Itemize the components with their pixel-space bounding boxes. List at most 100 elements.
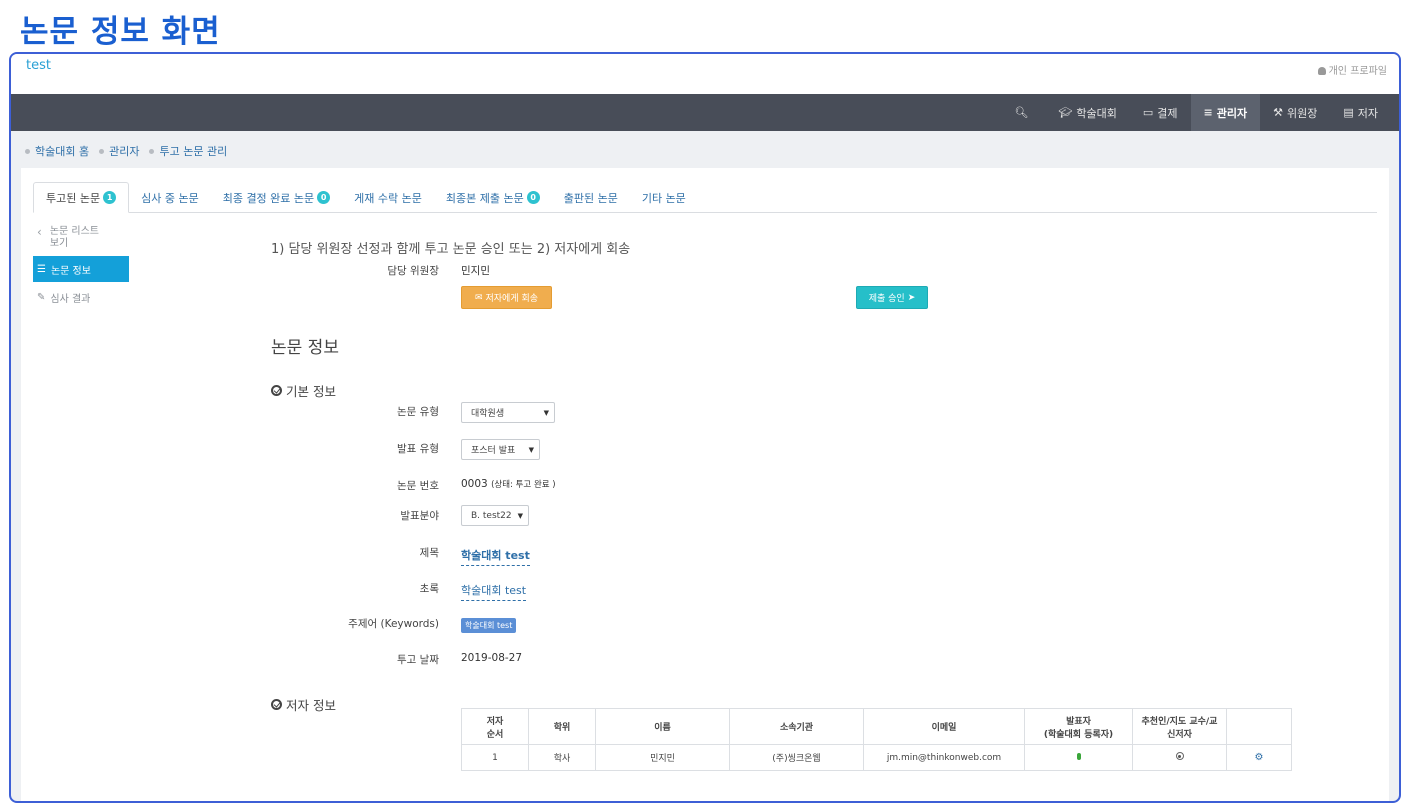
main-area: 1) 담당 위원장 선정과 함께 투고 논문 승인 또는 2) 저자에게 회송 …: [271, 238, 1371, 771]
nav-admin-label: 관리자: [1216, 106, 1248, 120]
list-icon: ☰: [37, 263, 46, 275]
side-item-review-result[interactable]: ✎ 심사 결과: [33, 284, 129, 310]
paper-number-label: 논문 번호: [397, 480, 439, 492]
side-item-paper-info[interactable]: ☰ 논문 정보: [33, 256, 129, 282]
tab-submitted[interactable]: 투고된 논문 1: [33, 182, 130, 213]
breadcrumb-manage[interactable]: 투고 논문 관리: [159, 143, 227, 159]
presentation-type-select[interactable]: 포스터 발표 ▼: [461, 439, 540, 460]
caret-down-icon: ▼: [517, 512, 523, 520]
col-name: 이름: [595, 708, 730, 745]
approve-submission-button[interactable]: 제출 승인 ➤: [856, 286, 928, 309]
paper-number-value: 0003: [461, 478, 488, 490]
breadcrumb: 학술대회 홈 관리자 투고 논문 관리: [11, 131, 1399, 167]
col-presenter: 발표자 (학술대회 등록자): [1024, 708, 1133, 745]
gear-icon[interactable]: ⚙: [1255, 752, 1264, 763]
content-panel: 투고된 논문 1 심사 중 논문 최종 결정 완료 논문 0 게재 수락 논문 최종…: [21, 168, 1389, 801]
back-to-list-link[interactable]: ‹ 논문 리스트 보기: [33, 226, 129, 256]
user-icon: [1317, 67, 1326, 75]
check-circle-icon: [271, 385, 282, 396]
main-navbar: 🔍︎ 🎓︎ 학술대회 ▭ 결제 ≡ 관리자 ⚒ 위원장 ▤ 저자: [11, 94, 1399, 131]
graduation-cap-icon: 🎓︎: [1058, 106, 1073, 119]
nav-author-label: 저자: [1357, 106, 1378, 120]
envelope-icon: ✉: [474, 292, 483, 303]
field-select[interactable]: B. test22 ▼: [461, 505, 529, 526]
tab-published[interactable]: 출판된 논문: [552, 182, 630, 213]
nav-payment[interactable]: ▭ 결제: [1130, 94, 1191, 131]
tab-label: 게재 수락 논문: [354, 191, 422, 205]
radio-selected-icon[interactable]: [1175, 752, 1184, 760]
back-label-2: 보기: [49, 238, 69, 249]
paper-section-title: 논문 정보: [271, 338, 339, 358]
breadcrumb-dot: [99, 148, 105, 154]
basic-info-title: 기본 정보: [271, 381, 336, 400]
settings-cell[interactable]: ⚙: [1226, 744, 1292, 771]
microphone-icon: [1076, 752, 1081, 760]
gavel-icon: ⚒: [1273, 106, 1283, 119]
check-circle-icon: [271, 699, 282, 710]
col-org: 소속기관: [729, 708, 864, 745]
field-label: 발표분야: [400, 510, 439, 522]
search-icon: 🔍︎: [1014, 106, 1029, 119]
breadcrumb-home[interactable]: 학술대회 홈: [35, 143, 89, 159]
col-order: 저자 순서: [461, 708, 529, 745]
tab-final[interactable]: 최종본 제출 논문 0: [434, 182, 552, 213]
keyword-tag: 학술대회 test: [461, 618, 517, 633]
tab-label: 심사 중 논문: [141, 191, 199, 205]
side-item-label: 논문 정보: [50, 265, 91, 277]
nav-author[interactable]: ▤ 저자: [1330, 94, 1391, 131]
date-value: 2019-08-27: [461, 652, 523, 664]
abstract-value[interactable]: 학술대회 test: [461, 582, 527, 601]
caret-down-icon: ▼: [543, 409, 549, 417]
tab-label: 최종본 제출 논문: [445, 191, 524, 205]
paper-tabs: 투고된 논문 1 심사 중 논문 최종 결정 완료 논문 0 게재 수락 논문 최종…: [33, 182, 1377, 213]
step-title: 1) 담당 위원장 선정과 함께 투고 논문 승인 또는 2) 저자에게 회송: [271, 242, 631, 257]
chair-label: 담당 위원장: [387, 265, 439, 277]
tab-label: 투고된 논문: [46, 191, 101, 205]
browser-frame: test 개인 프로파일 🔍︎ 🎓︎ 학술대회 ▭ 결제 ≡ 관리자 ⚒ 위원장 ▤ 저자…: [9, 52, 1401, 803]
nav-search[interactable]: 🔍︎: [1001, 94, 1045, 131]
list-icon: ≡: [1203, 106, 1213, 119]
date-label: 투고 날짜: [397, 654, 439, 666]
profile-link[interactable]: 개인 프로파일: [1317, 62, 1387, 77]
author-email: jm.min@thinkonweb.com: [863, 744, 1025, 771]
nav-conference[interactable]: 🎓︎ 학술대회: [1045, 94, 1129, 131]
count-badge: 0: [317, 191, 331, 204]
nav-chair[interactable]: ⚒ 위원장: [1260, 94, 1330, 131]
author-degree: 학사: [528, 744, 596, 771]
side-menu: ‹ 논문 리스트 보기 ☰ 논문 정보 ✎ 심사 결과: [33, 226, 129, 310]
author-order: 1: [461, 744, 529, 771]
tab-decided[interactable]: 최종 결정 완료 논문 0: [211, 182, 342, 213]
keywords-label: 주제어 (Keywords): [348, 618, 439, 630]
nav-conference-label: 학술대회: [1076, 106, 1117, 120]
paper-type-select[interactable]: 대학원생 ▼: [461, 402, 555, 423]
author-org: (주)씽크온웹: [729, 744, 864, 771]
breadcrumb-admin[interactable]: 관리자: [109, 143, 139, 159]
paper-status: (상태: 투고 완료 ): [491, 480, 556, 490]
col-actions: [1226, 708, 1292, 745]
book-icon: ▤: [1343, 106, 1354, 119]
title-label: 제목: [419, 547, 439, 559]
tab-label: 기타 논문: [641, 191, 686, 205]
basic-info-label: 기본 정보: [286, 384, 336, 399]
return-to-author-button[interactable]: ✉ 저자에게 회송: [461, 286, 552, 309]
profile-label: 개인 프로파일: [1328, 66, 1387, 77]
authors-table: 저자 순서 학위 이름 소속기관 이메일 발표자 (학술대회 등록자) 추천인/…: [461, 708, 1292, 771]
nav-admin[interactable]: ≡ 관리자: [1190, 94, 1261, 131]
tab-accepted[interactable]: 게재 수락 논문: [342, 182, 434, 213]
corresponding-cell[interactable]: [1132, 744, 1227, 771]
tab-reviewing[interactable]: 심사 중 논문: [129, 182, 211, 213]
author-info-label: 저자 정보: [286, 698, 336, 713]
nav-chair-label: 위원장: [1286, 106, 1318, 120]
chair-value: 민지민: [461, 265, 490, 277]
title-value[interactable]: 학술대회 test: [461, 547, 530, 566]
brand-link[interactable]: test: [26, 58, 51, 73]
presentation-type-label: 발표 유형: [397, 443, 439, 455]
table-row: 1 학사 민지민 (주)씽크온웹 jm.min@thinkonweb.com ⚙: [461, 744, 1292, 771]
field-value: B. test22: [471, 510, 512, 521]
caret-down-icon: ▼: [528, 446, 534, 454]
count-badge: 1: [103, 191, 117, 204]
col-email: 이메일: [863, 708, 1025, 745]
tab-other[interactable]: 기타 논문: [630, 182, 698, 213]
credit-card-icon: ▭: [1142, 106, 1154, 119]
page-heading: 논문 정보 화면: [20, 14, 221, 50]
